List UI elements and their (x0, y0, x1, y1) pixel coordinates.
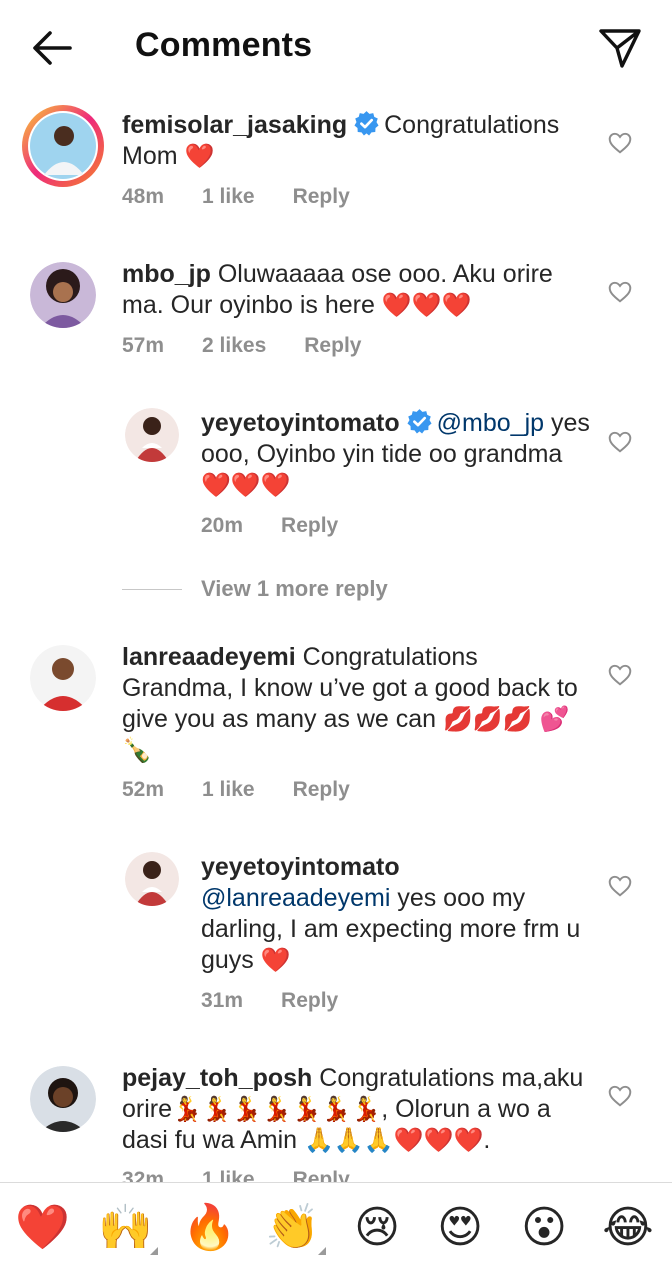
comment-emojis: ❤️ (260, 946, 291, 974)
emoji-raised-hands-button[interactable]: 🙌 (98, 1201, 153, 1255)
like-heart-icon[interactable] (607, 279, 633, 305)
comment-emojis: 💋💋💋 (443, 705, 533, 733)
verified-badge-icon (354, 111, 379, 136)
comment-body: pejay_toh_posh Congratulations ma,aku or… (122, 1063, 592, 1156)
profile-photo-icon (30, 645, 96, 711)
comment-time: 52m (122, 778, 165, 801)
profile-photo-icon (125, 408, 179, 462)
skin-tone-indicator-icon (150, 1247, 158, 1255)
reply-button[interactable]: Reply (293, 778, 350, 801)
comment-emojis: ❤️ (184, 142, 215, 170)
comment-username[interactable]: yeyetoyintomato (201, 409, 400, 437)
skin-tone-indicator-icon (318, 1247, 326, 1255)
header-bar: Comments (0, 0, 672, 92)
like-heart-icon[interactable] (607, 1083, 633, 1109)
reply-button[interactable]: Reply (281, 989, 338, 1012)
avatar[interactable] (30, 1066, 96, 1132)
emoji-crying-button[interactable]: 😢 (350, 1201, 404, 1255)
comment-time: 48m (122, 185, 165, 208)
comment-likes[interactable]: 2 likes (202, 334, 266, 357)
comment-body: femisolar_jasaking Congratulations Mom ❤️ (122, 110, 582, 172)
comment-body: yeyetoyintomato @lanreaadeyemi yes ooo m… (201, 852, 591, 976)
like-heart-icon[interactable] (607, 429, 633, 455)
comment-meta: 20m Reply (201, 514, 376, 538)
comment-likes[interactable]: 1 like (202, 185, 255, 208)
comment-emojis: ❤️❤️❤️ (381, 291, 472, 319)
comment-username[interactable]: mbo_jp (122, 260, 211, 288)
like-heart-icon[interactable] (607, 873, 633, 899)
avatar[interactable] (30, 262, 96, 328)
verified-badge-icon (407, 409, 432, 434)
comment-meta: 52m 1 like Reply (122, 778, 388, 802)
reply-button[interactable]: Reply (304, 334, 361, 357)
comment-time: 57m (122, 334, 165, 357)
comment-username[interactable]: yeyetoyintomato (201, 853, 400, 881)
comment-username[interactable]: femisolar_jasaking (122, 111, 347, 139)
emoji-laughing-button[interactable]: 😂 (601, 1201, 655, 1255)
comment-meta: 48m 1 like Reply (122, 185, 388, 209)
mention-link[interactable]: @mbo_jp (437, 409, 544, 437)
reply-button[interactable]: Reply (281, 514, 338, 537)
comment-emojis-dancer: 💃💃💃💃💃💃💃 (172, 1095, 382, 1123)
comment-body: mbo_jp Oluwaaaaa ose ooo. Aku orire ma. … (122, 259, 584, 321)
emoji-heart-eyes-button[interactable]: 😍 (433, 1201, 487, 1255)
comment-username[interactable]: lanreaadeyemi (122, 643, 296, 671)
emoji-clap-button[interactable]: 👏 (265, 1201, 320, 1255)
profile-photo-icon (30, 1066, 96, 1132)
arrow-left-icon (33, 31, 72, 65)
comment-body: yeyetoyintomato @mbo_jp yes ooo, Oyinbo y… (201, 408, 591, 501)
profile-photo-icon (30, 262, 96, 328)
avatar[interactable] (30, 645, 96, 711)
emoji-fire-button[interactable]: 🔥 (182, 1201, 237, 1255)
profile-photo-icon (125, 852, 179, 906)
comment-username[interactable]: pejay_toh_posh (122, 1064, 312, 1092)
like-heart-icon[interactable] (607, 130, 633, 156)
share-button[interactable] (596, 24, 644, 72)
comment-likes[interactable]: 1 like (202, 778, 255, 801)
profile-photo-icon (30, 113, 96, 179)
comment-emojis: ❤️❤️❤️ (201, 471, 291, 499)
comment-text-3: . (483, 1126, 491, 1154)
emoji-heart-button[interactable]: ❤️ (15, 1201, 70, 1255)
comment-body: lanreaadeyemi Congratulations Grandma, I… (122, 642, 584, 766)
view-more-replies-button[interactable]: View 1 more reply (201, 576, 388, 602)
comment-emojis: 🙏🙏🙏❤️❤️❤️ (304, 1126, 484, 1154)
comment-time: 31m (201, 989, 244, 1012)
comment-meta: 31m Reply (201, 989, 376, 1013)
paper-plane-icon (599, 29, 641, 68)
view-more-divider (122, 589, 182, 590)
comment-time: 20m (201, 514, 244, 537)
like-heart-icon[interactable] (607, 662, 633, 688)
reply-button[interactable]: Reply (293, 185, 350, 208)
avatar[interactable] (28, 111, 98, 181)
page-title: Comments (135, 26, 313, 64)
avatar[interactable] (125, 408, 179, 462)
mention-link[interactable]: @lanreaadeyemi (201, 884, 390, 912)
avatar[interactable] (125, 852, 179, 906)
emoji-quick-bar: ❤️ 🙌 🔥 👏 😢 😍 😮 😂 (0, 1182, 672, 1266)
emoji-surprised-button[interactable]: 😮 (517, 1201, 571, 1255)
comment-meta: 57m 2 likes Reply (122, 334, 399, 358)
back-button[interactable] (28, 24, 76, 72)
